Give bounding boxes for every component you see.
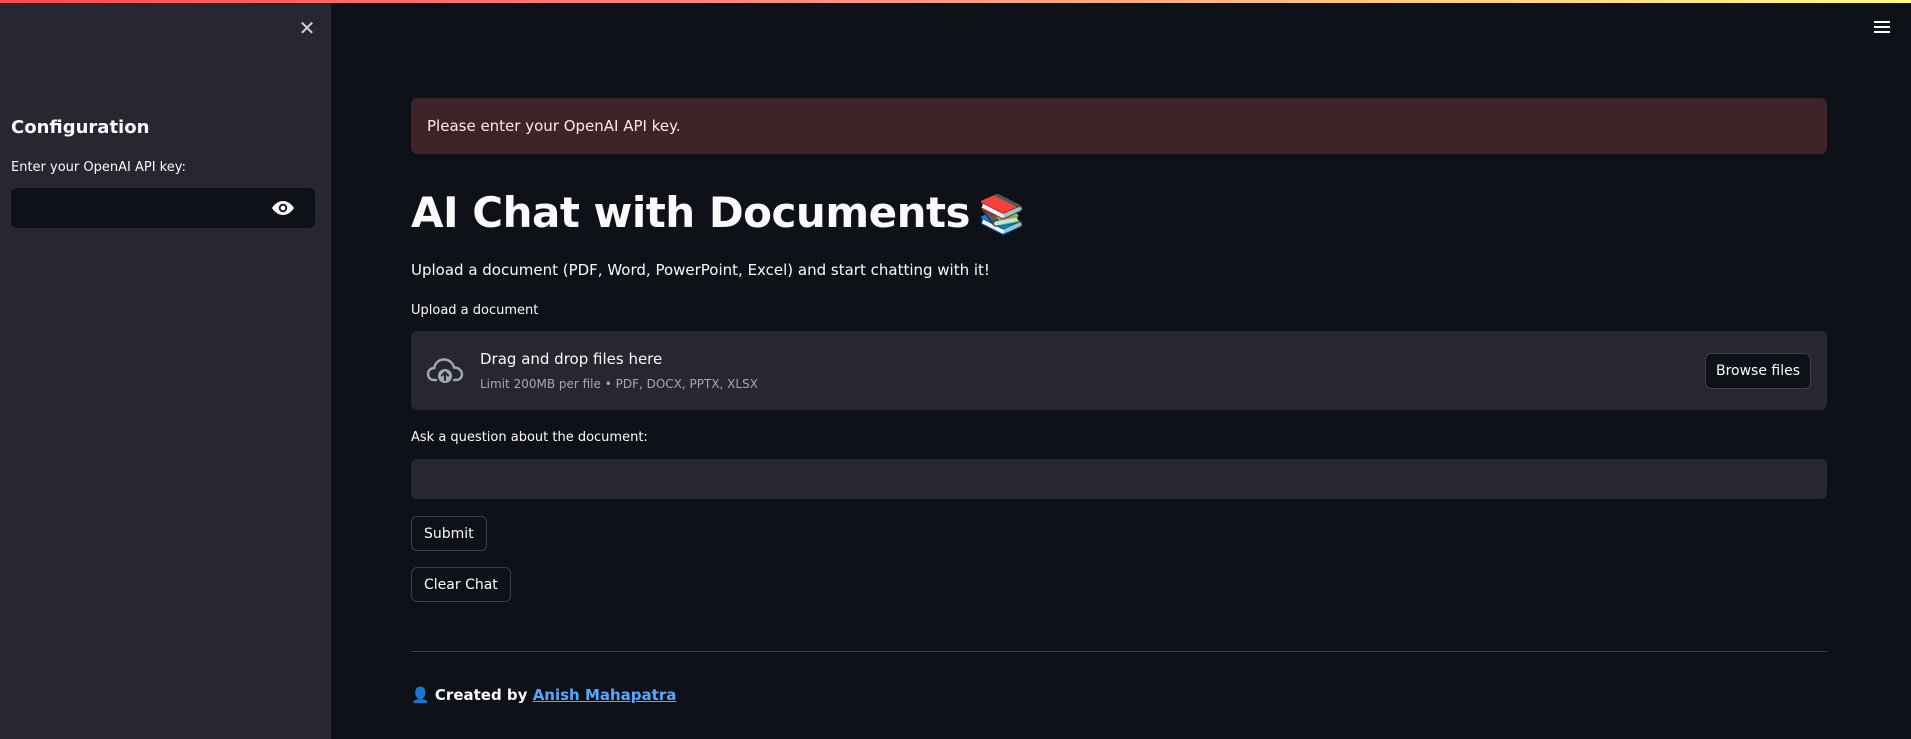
clear-chat-button[interactable]: Clear Chat bbox=[411, 567, 511, 602]
question-label: Ask a question about the document: bbox=[411, 430, 648, 445]
page-title: AI Chat with Documents 📚 bbox=[411, 188, 1025, 237]
page-title-text: AI Chat with Documents bbox=[411, 188, 971, 237]
sidebar-heading: Configuration bbox=[11, 117, 150, 138]
cloud-upload-icon bbox=[426, 358, 464, 383]
submit-button[interactable]: Submit bbox=[411, 516, 487, 551]
sidebar: ✕ Configuration Enter your OpenAI API ke… bbox=[0, 3, 331, 739]
dropzone-limit: Limit 200MB per file • PDF, DOCX, PPTX, … bbox=[480, 377, 758, 391]
browse-files-button[interactable]: Browse files bbox=[1705, 353, 1811, 389]
books-icon: 📚 bbox=[978, 192, 1025, 236]
error-alert: Please enter your OpenAI API key. bbox=[411, 98, 1827, 154]
footer-credit: 👤 Created by Anish Mahapatra bbox=[411, 686, 676, 704]
page-subtitle: Upload a document (PDF, Word, PowerPoint… bbox=[411, 261, 990, 279]
footer-prefix: Created by bbox=[434, 686, 528, 704]
eye-icon[interactable] bbox=[270, 198, 296, 218]
dropzone-title: Drag and drop files here bbox=[480, 350, 663, 368]
question-input[interactable] bbox=[411, 459, 1827, 499]
hamburger-menu-icon[interactable] bbox=[1872, 17, 1892, 37]
close-icon[interactable]: ✕ bbox=[297, 18, 317, 38]
alert-text: Please enter your OpenAI API key. bbox=[427, 117, 681, 135]
author-link[interactable]: Anish Mahapatra bbox=[533, 686, 677, 704]
divider bbox=[411, 651, 1827, 652]
upload-label: Upload a document bbox=[411, 303, 539, 318]
api-key-input[interactable] bbox=[11, 188, 271, 228]
api-key-field-wrapper bbox=[11, 188, 315, 228]
api-key-label: Enter your OpenAI API key: bbox=[11, 160, 186, 175]
file-dropzone[interactable]: Drag and drop files here Limit 200MB per… bbox=[411, 331, 1827, 410]
person-icon: 👤 bbox=[411, 686, 430, 704]
